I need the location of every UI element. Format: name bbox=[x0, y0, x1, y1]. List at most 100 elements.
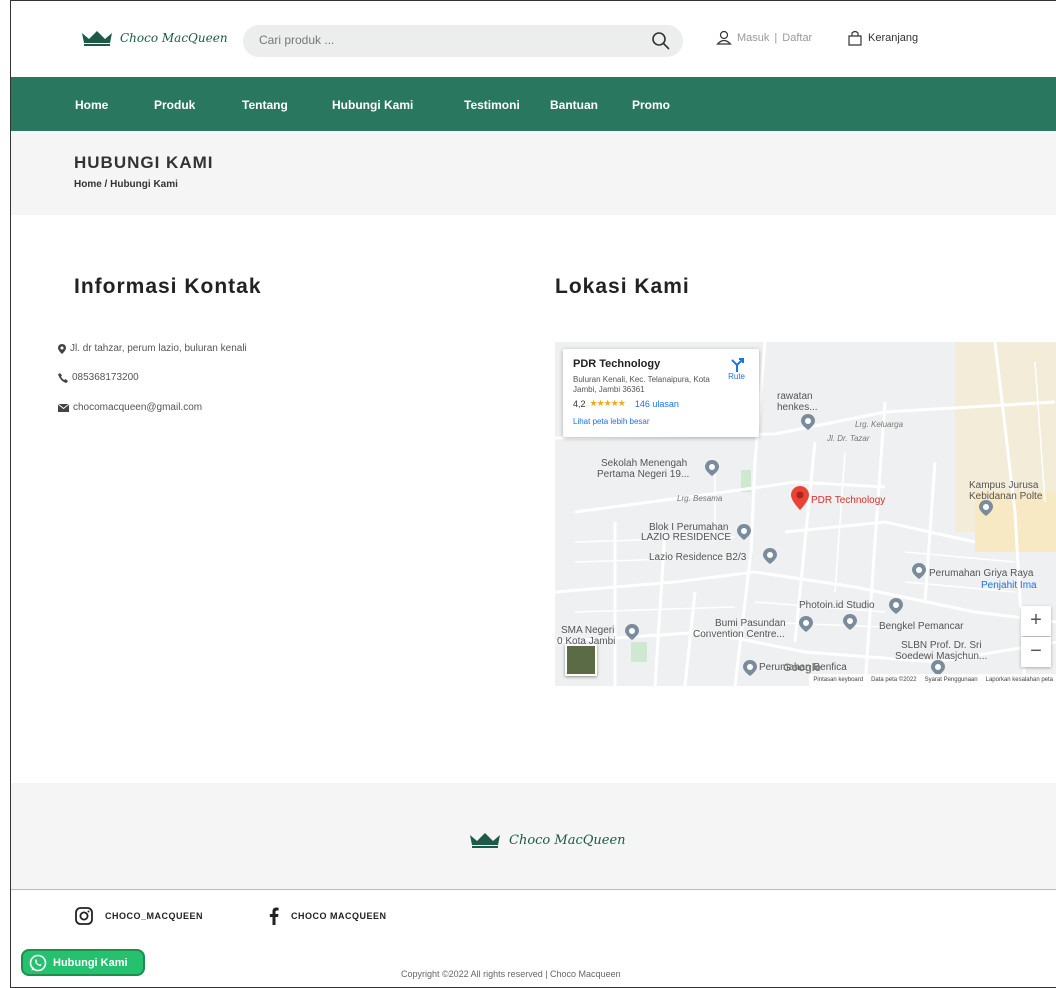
whatsapp-contact-button[interactable]: Hubungi Kami bbox=[21, 949, 145, 976]
phone-icon bbox=[58, 372, 68, 383]
phone-text[interactable]: 085368173200 bbox=[72, 372, 139, 383]
residence-pin-icon bbox=[737, 524, 751, 540]
map-marker-icon bbox=[58, 343, 66, 354]
pdr-location-pin-icon[interactable] bbox=[791, 486, 809, 510]
facebook-handle: CHOCO MACQUEEN bbox=[291, 911, 387, 921]
benfica-pin-icon bbox=[743, 660, 757, 676]
clinic-pin-icon bbox=[801, 414, 815, 430]
email-text[interactable]: chocomacqueen@gmail.com bbox=[73, 402, 202, 413]
google-brand: Google bbox=[783, 662, 821, 674]
directions-icon bbox=[730, 358, 744, 372]
map-label-lrg-besama: Lrg. Besama bbox=[677, 494, 723, 503]
view-larger-map-link[interactable]: Lihat peta lebih besar bbox=[573, 417, 650, 426]
zoom-in-button[interactable]: + bbox=[1021, 606, 1051, 636]
search-icon[interactable] bbox=[651, 31, 671, 51]
facebook-icon bbox=[269, 907, 279, 925]
map-data-text: Data peta ©2022 bbox=[871, 677, 917, 683]
nav-home[interactable]: Home bbox=[75, 98, 108, 112]
map-label-kampus: Kampus Jurusa bbox=[969, 480, 1039, 491]
whatsapp-icon bbox=[29, 954, 47, 971]
cart-link[interactable]: Keranjang bbox=[847, 30, 918, 46]
rating-stars: ★★★★★ bbox=[589, 398, 626, 408]
route-button[interactable]: Rute bbox=[728, 358, 745, 381]
bumi-pin-icon bbox=[799, 616, 813, 632]
bengkel-pin-icon bbox=[843, 614, 857, 630]
site-logo[interactable]: Choco MacQueen bbox=[80, 29, 228, 47]
search-input[interactable] bbox=[259, 33, 639, 47]
search-bar bbox=[243, 25, 683, 57]
facebook-link[interactable]: CHOCO MACQUEEN bbox=[269, 907, 387, 925]
whatsapp-label: Hubungi Kami bbox=[53, 956, 128, 969]
map-label-perawatan: rawatan bbox=[777, 391, 813, 402]
report-error-link[interactable]: Laporkan kesalahan peta bbox=[986, 677, 1053, 683]
google-map[interactable]: Sekolah Menengah Pertama Negeri 19... Lr… bbox=[555, 342, 1056, 686]
place-rating: 4,2 ★★★★★ 146 ulasan bbox=[573, 398, 679, 409]
nav-promo[interactable]: Promo bbox=[632, 98, 670, 112]
map-label-photoin: Photoin.id Studio bbox=[799, 600, 875, 611]
map-label-griya: Perumahan Griya Raya bbox=[929, 568, 1034, 579]
top-bar: Choco MacQueen Masuk | Daftar Keranjang bbox=[11, 1, 1056, 77]
photoin-pin-icon bbox=[889, 598, 903, 614]
address-text: Jl. dr tahzar, perum lazio, buluran kena… bbox=[70, 343, 247, 354]
nav-produk[interactable]: Produk bbox=[154, 98, 195, 112]
nav-bantuan[interactable]: Bantuan bbox=[550, 98, 598, 112]
address-line: Jl. dr tahzar, perum lazio, buluran kena… bbox=[58, 343, 247, 354]
account-separator: | bbox=[774, 31, 778, 44]
route-label: Rute bbox=[728, 372, 745, 381]
user-icon bbox=[716, 30, 732, 45]
cart-label: Keranjang bbox=[868, 32, 919, 44]
email-line: chocomacqueen@gmail.com bbox=[58, 402, 202, 413]
location-heading: Lokasi Kami bbox=[555, 275, 690, 298]
map-label-convention: Convention Centre... bbox=[693, 629, 785, 640]
place-title: PDR Technology bbox=[573, 358, 661, 370]
map-label-pdr: PDR Technology bbox=[811, 495, 886, 506]
footer-logo[interactable]: Choco MacQueen bbox=[467, 831, 626, 849]
map-label-sma: SMA Negeri bbox=[561, 625, 615, 636]
shopping-bag-icon bbox=[848, 30, 862, 46]
map-label-lazio-b23: Lazio Residence B2/3 bbox=[649, 552, 747, 563]
campus-pin-icon bbox=[979, 500, 993, 516]
satellite-toggle[interactable] bbox=[565, 644, 597, 676]
keyboard-shortcuts-link[interactable]: Pintasan keyboard bbox=[813, 677, 863, 683]
map-label-slbn: SLBN Prof. Dr. Sri bbox=[901, 640, 982, 651]
map-label-lazio: LAZIO RESIDENCE bbox=[641, 532, 732, 543]
copyright-text: Copyright ©2022 All rights reserved | Ch… bbox=[401, 969, 621, 979]
login-link[interactable]: Masuk bbox=[737, 32, 769, 44]
crown-icon bbox=[470, 833, 500, 848]
map-label-jl-tazar: Jl. Dr. Tazar bbox=[827, 434, 870, 443]
map-attribution: Pintasan keyboard Data peta ©2022 Syarat… bbox=[809, 674, 1056, 686]
main-nav: Home Produk Tentang Hubungi Kami Testimo… bbox=[11, 77, 1056, 131]
map-label-kes: henkes... bbox=[777, 402, 818, 413]
nav-hubungi-kami[interactable]: Hubungi Kami bbox=[332, 98, 413, 112]
place-info-card: PDR Technology Buluran Kenali, Kec. Tela… bbox=[563, 349, 759, 437]
register-link[interactable]: Daftar bbox=[782, 32, 812, 44]
map-label-smp: Sekolah Menengah bbox=[601, 458, 688, 469]
zoom-out-button[interactable]: − bbox=[1021, 637, 1051, 667]
instagram-link[interactable]: CHOCO_MACQUEEN bbox=[75, 907, 203, 925]
instagram-handle: CHOCO_MACQUEEN bbox=[105, 911, 204, 921]
map-label-bumi: Bumi Pasundan bbox=[715, 618, 786, 629]
sma-pin-icon bbox=[625, 624, 639, 640]
map-label-bengkel: Bengkel Pemancar bbox=[879, 621, 964, 632]
place-address: Buluran Kenali, Kec. Telanaipura, Kota J… bbox=[573, 375, 710, 394]
account-links: Masuk | Daftar bbox=[716, 30, 812, 45]
map-label-lrg-keluarga: Lrg. Keluarga bbox=[855, 420, 904, 429]
map-label-penjahit: Penjahit Ima bbox=[981, 580, 1037, 591]
griya-pin-icon bbox=[912, 563, 926, 579]
breadcrumb: Home / Hubungi Kami bbox=[74, 179, 178, 190]
rating-value: 4,2 bbox=[573, 398, 586, 409]
browser-page: Choco MacQueen Masuk | Daftar Keranjang bbox=[10, 0, 1056, 988]
nav-testimoni[interactable]: Testimoni bbox=[464, 98, 520, 112]
page-title: HUBUNGI KAMI bbox=[74, 153, 214, 172]
instagram-icon bbox=[75, 907, 93, 925]
school-pin-icon bbox=[705, 460, 719, 476]
footer-brand-area: Choco MacQueen bbox=[11, 783, 1056, 889]
crown-icon bbox=[82, 31, 112, 46]
reviews-link[interactable]: 146 ulasan bbox=[635, 399, 679, 409]
map-label-smp2: Pertama Negeri 19... bbox=[597, 469, 690, 480]
footer-logo-text: Choco MacQueen bbox=[509, 832, 626, 848]
residence-b23-pin-icon bbox=[763, 548, 777, 564]
contact-heading: Informasi Kontak bbox=[74, 275, 262, 298]
nav-tentang[interactable]: Tentang bbox=[242, 98, 288, 112]
terms-link[interactable]: Syarat Penggunaan bbox=[925, 677, 978, 683]
